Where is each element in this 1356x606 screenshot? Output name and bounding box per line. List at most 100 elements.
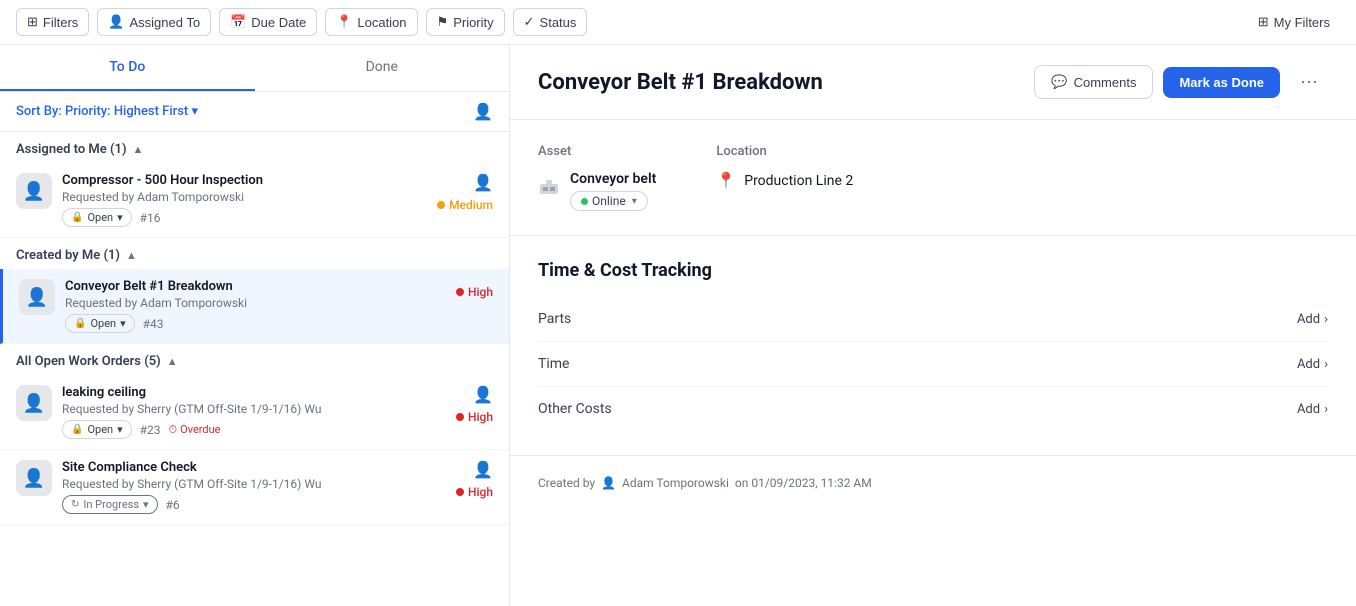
online-status-badge[interactable]: Online ▾: [570, 191, 648, 211]
work-order-avatar: 👤: [19, 279, 55, 315]
location-pin-icon: 📍: [716, 171, 736, 190]
work-order-status-badge[interactable]: 🔒 Open ▾: [65, 314, 135, 333]
comments-button[interactable]: 💬 Comments: [1034, 65, 1153, 99]
work-order-title: Conveyor Belt #1 Breakdown: [65, 279, 446, 294]
tab-todo[interactable]: To Do: [0, 45, 255, 91]
location-filter-label: Location: [357, 15, 406, 30]
my-filters-icon: ⊞: [1258, 14, 1269, 30]
work-order-item[interactable]: 👤 Site Compliance Check Requested by She…: [0, 450, 509, 525]
work-order-number: #16: [140, 211, 161, 225]
location-section: Location 📍 Production Line 2: [716, 144, 853, 211]
section-created-by-me[interactable]: Created by Me (1) ▲: [0, 238, 509, 269]
priority-label: High: [468, 485, 493, 499]
user-small-icon: 👤: [601, 476, 616, 490]
lock-icon: 🔒: [71, 424, 83, 435]
work-order-list: Assigned to Me (1) ▲ 👤 Compressor - 500 …: [0, 132, 509, 606]
work-order-item[interactable]: 👤 Compressor - 500 Hour Inspection Reque…: [0, 163, 509, 238]
assigned-to-icon: 👤: [108, 14, 124, 30]
section-all-open-chevron-up-icon: ▲: [167, 355, 178, 368]
status-text: In Progress: [83, 498, 139, 511]
priority-icon: ⚑: [437, 14, 449, 30]
overdue-badge: ⏱ Overdue: [169, 423, 221, 437]
priority-dot: [456, 413, 464, 421]
avatar-icon: 👤: [23, 468, 45, 489]
work-order-meta: 🔒 Open ▾ #16: [62, 208, 427, 227]
priority-dot: [437, 201, 445, 209]
work-order-status-badge[interactable]: ↻ In Progress ▾: [62, 495, 158, 514]
add-other-costs-arrow-icon: ›: [1324, 402, 1328, 417]
priority-badge: High: [456, 410, 493, 424]
due-date-filter-button[interactable]: 📅 Due Date: [219, 8, 317, 36]
filters-button[interactable]: ⊞ Filters: [16, 8, 89, 36]
work-order-right: High: [456, 279, 493, 299]
section-assigned-to-me[interactable]: Assigned to Me (1) ▲: [0, 132, 509, 163]
overdue-label: Overdue: [180, 423, 220, 436]
detail-footer: Created by 👤 Adam Tomporowski on 01/09/2…: [510, 456, 1356, 510]
section-created-by-me-label: Created by Me (1): [16, 248, 120, 263]
lock-icon: 🔒: [71, 212, 83, 223]
work-order-requester: Requested by Adam Tomporowski: [62, 190, 427, 204]
work-order-item-active[interactable]: 👤 Conveyor Belt #1 Breakdown Requested b…: [0, 269, 509, 344]
add-time-link[interactable]: Add ›: [1297, 357, 1328, 372]
assignee-icon: 👤: [473, 385, 493, 404]
work-order-status-badge[interactable]: 🔒 Open ▾: [62, 420, 132, 439]
work-order-number: #23: [140, 423, 161, 437]
work-order-right: 👤 High: [456, 460, 493, 499]
created-date: on 01/09/2023, 11:32 AM: [735, 476, 872, 490]
assigned-to-filter-button[interactable]: 👤 Assigned To: [97, 8, 211, 36]
mark-done-button[interactable]: Mark as Done: [1163, 67, 1280, 98]
progress-icon: ↻: [71, 499, 79, 510]
status-filter-button[interactable]: ✓ Status: [513, 8, 588, 36]
work-order-item[interactable]: 👤 leaking ceiling Requested by Sherry (G…: [0, 375, 509, 450]
status-icon: ✓: [524, 14, 535, 30]
priority-filter-button[interactable]: ⚑ Priority: [426, 8, 505, 36]
more-options-button[interactable]: ⋯: [1290, 66, 1328, 99]
sort-settings-icon: 👤: [473, 102, 493, 121]
lock-icon: 🔒: [74, 318, 86, 329]
priority-label: Medium: [449, 198, 493, 212]
detail-actions: 💬 Comments Mark as Done ⋯: [1034, 65, 1328, 99]
time-cost-title: Time & Cost Tracking: [538, 260, 1328, 281]
tab-todo-label: To Do: [109, 59, 145, 75]
priority-dot: [456, 488, 464, 496]
work-order-number: #6: [166, 498, 180, 512]
sort-value: Highest First ▾: [114, 104, 198, 119]
priority-badge: Medium: [437, 198, 493, 212]
sort-bar: Sort By: Priority: Highest First ▾ 👤: [0, 92, 509, 132]
tab-done[interactable]: Done: [255, 45, 510, 91]
asset-section: Asset Conveyor belt: [538, 144, 656, 211]
created-by-user: Adam Tomporowski: [622, 476, 729, 490]
asset-location-section: Asset Conveyor belt: [510, 120, 1356, 236]
tab-done-label: Done: [366, 59, 398, 75]
work-order-content: Conveyor Belt #1 Breakdown Requested by …: [65, 279, 446, 333]
sort-text: Sort By: Priority: Highest First ▾: [16, 104, 198, 119]
created-by-prefix: Created by: [538, 476, 595, 490]
my-filters-label: My Filters: [1274, 15, 1330, 30]
tabs-container: To Do Done: [0, 45, 509, 92]
work-order-content: leaking ceiling Requested by Sherry (GTM…: [62, 385, 446, 439]
work-order-status-badge[interactable]: 🔒 Open ▾: [62, 208, 132, 227]
location-filter-button[interactable]: 📍 Location: [325, 8, 417, 36]
status-text: Open: [87, 423, 113, 436]
right-panel: Conveyor Belt #1 Breakdown 💬 Comments Ma…: [510, 45, 1356, 606]
work-order-right: 👤 Medium: [437, 173, 493, 212]
work-order-content: Site Compliance Check Requested by Sherr…: [62, 460, 446, 514]
location-item: 📍 Production Line 2: [716, 171, 853, 190]
add-parts-text: Add: [1297, 312, 1320, 327]
add-other-costs-text: Add: [1297, 402, 1320, 417]
priority-badge: High: [456, 485, 493, 499]
avatar-icon: 👤: [26, 287, 48, 308]
chevron-down-icon: ▾: [143, 498, 149, 511]
detail-header: Conveyor Belt #1 Breakdown 💬 Comments Ma…: [510, 45, 1356, 120]
due-date-icon: 📅: [230, 14, 246, 30]
add-parts-link[interactable]: Add ›: [1297, 312, 1328, 327]
my-filters-button[interactable]: ⊞ My Filters: [1248, 9, 1340, 35]
time-label: Time: [538, 356, 569, 372]
chevron-down-icon: ▾: [117, 211, 123, 224]
chevron-down-icon: ▾: [117, 423, 123, 436]
priority-label: High: [468, 410, 493, 424]
section-all-open[interactable]: All Open Work Orders (5) ▲: [0, 344, 509, 375]
work-order-requester: Requested by Sherry (GTM Off-Site 1/9-1/…: [62, 402, 446, 416]
add-other-costs-link[interactable]: Add ›: [1297, 402, 1328, 417]
filter-bar: ⊞ Filters 👤 Assigned To 📅 Due Date 📍 Loc…: [0, 0, 1356, 45]
